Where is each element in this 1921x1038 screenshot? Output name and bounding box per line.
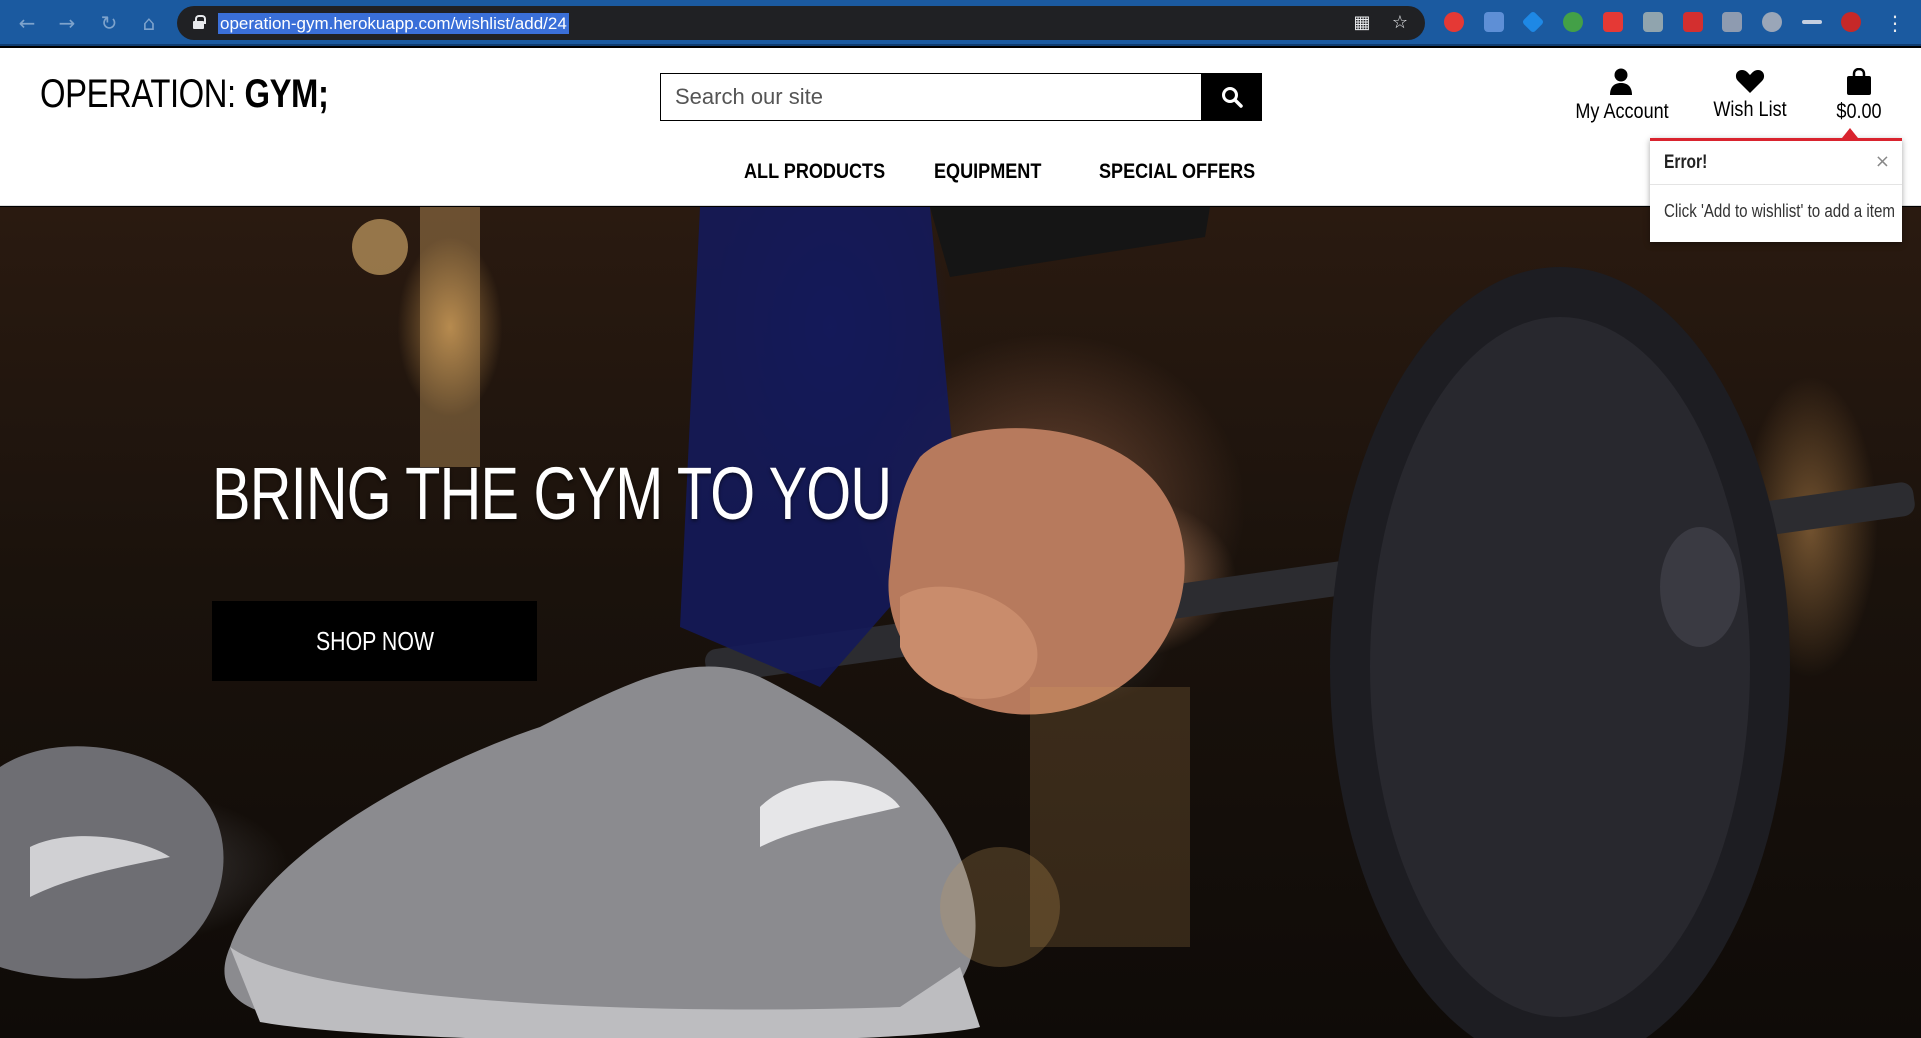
extension-tp-icon[interactable] — [1603, 12, 1623, 32]
forward-icon[interactable]: → — [54, 10, 80, 36]
shopping-bag-icon — [1847, 68, 1871, 95]
menu-kebab-icon[interactable]: ⋮ — [1882, 10, 1908, 36]
extensions-puzzle-icon[interactable] — [1762, 12, 1782, 32]
reading-list-icon[interactable] — [1802, 20, 1822, 24]
search-button[interactable] — [1201, 73, 1262, 121]
shopping-bag-link[interactable]: $0.00 — [1826, 68, 1892, 124]
extension-css-icon[interactable] — [1643, 12, 1663, 32]
toast-arrow — [1842, 128, 1858, 138]
logo-text-light: OPERATION: — [40, 72, 245, 116]
back-icon[interactable]: ← — [14, 10, 40, 36]
toast-header: Error! × — [1650, 141, 1902, 185]
shop-now-label: SHOP NOW — [315, 625, 434, 656]
user-icon — [1609, 68, 1632, 95]
search-input[interactable] — [660, 73, 1202, 121]
home-icon[interactable]: ⌂ — [136, 10, 162, 36]
extension-shield-icon[interactable] — [1444, 12, 1464, 32]
my-account-label: My Account — [1575, 100, 1669, 123]
cart-total: $0.00 — [1836, 100, 1882, 123]
error-toast: Error! × Click 'Add to wishlist' to add … — [1650, 138, 1902, 242]
profile-avatar[interactable] — [1841, 12, 1861, 32]
extension-tree-icon[interactable] — [1563, 12, 1583, 32]
logo-text-bold: GYM; — [244, 72, 329, 116]
site-header: OPERATION: GYM; My Account Wish List $0.… — [0, 48, 1921, 206]
bookmark-star-icon[interactable]: ☆ — [1390, 13, 1410, 33]
qr-code-icon[interactable]: ▦ — [1352, 13, 1372, 33]
lock-icon[interactable] — [193, 15, 206, 29]
shop-now-button[interactable]: SHOP NOW — [212, 601, 537, 681]
wish-list-link[interactable]: Wish List — [1700, 68, 1800, 122]
site-logo[interactable]: OPERATION: GYM; — [40, 72, 329, 117]
extension-jar-icon[interactable] — [1722, 12, 1742, 32]
search-icon — [1222, 87, 1243, 108]
main-nav: ALL PRODUCTS EQUIPMENT SPECIAL OFFERS — [0, 160, 1921, 200]
my-account-link[interactable]: My Account — [1568, 68, 1673, 124]
nav-all-products[interactable]: ALL PRODUCTS — [744, 160, 885, 184]
url-text[interactable]: operation-gym.herokuapp.com/wishlist/add… — [218, 13, 569, 34]
extension-pdf-icon[interactable] — [1683, 12, 1703, 32]
heart-icon — [1735, 70, 1765, 93]
hero-banner: BRING THE GYM TO YOU SHOP NOW — [0, 207, 1921, 1038]
search-form — [660, 73, 1262, 121]
reload-icon[interactable]: ↻ — [96, 10, 122, 36]
close-icon[interactable]: × — [1875, 151, 1890, 172]
nav-equipment[interactable]: EQUIPMENT — [934, 160, 1041, 184]
nav-special-offers[interactable]: SPECIAL OFFERS — [1099, 160, 1255, 184]
extension-cube-icon[interactable] — [1521, 10, 1545, 34]
address-bar[interactable]: operation-gym.herokuapp.com/wishlist/add… — [177, 6, 1425, 40]
wish-list-label: Wish List — [1713, 98, 1787, 121]
hero-title: BRING THE GYM TO YOU — [212, 452, 892, 535]
toast-message: Click 'Add to wishlist' to add a item — [1664, 201, 1895, 221]
toast-title: Error! — [1664, 152, 1708, 173]
extension-horse-icon[interactable] — [1484, 12, 1504, 32]
browser-toolbar: ← → ↻ ⌂ operation-gym.herokuapp.com/wish… — [0, 0, 1921, 46]
